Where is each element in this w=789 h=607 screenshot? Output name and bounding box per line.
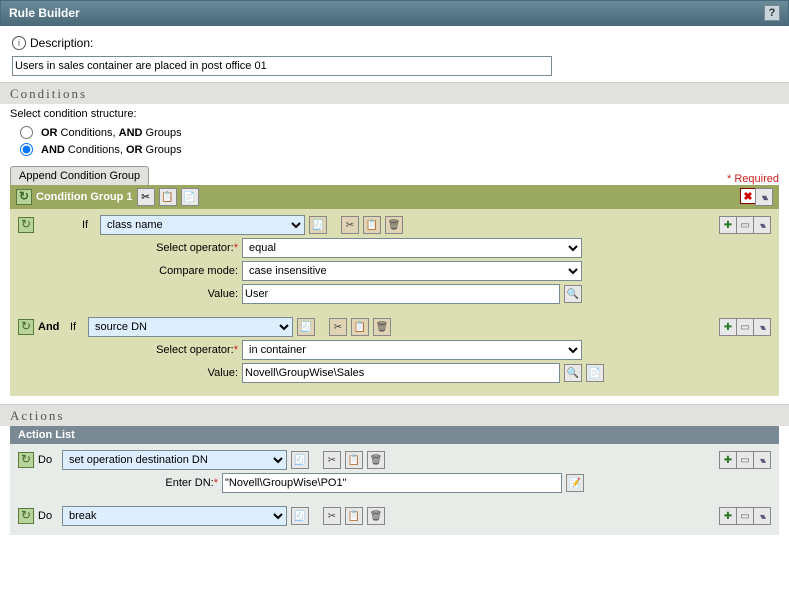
move-action-icon[interactable] (753, 507, 771, 525)
condition-2-row: And If source DN 🧾 ✂ 📋 🗑 (18, 317, 771, 337)
delete-icon[interactable]: 🗑 (385, 216, 403, 234)
copy-icon[interactable]: 📋 (159, 188, 177, 206)
required-indicator: * Required (727, 173, 779, 185)
remove-action-icon[interactable] (736, 451, 754, 469)
cond1-operator-select[interactable]: equal (242, 238, 582, 258)
conditions-heading: Conditions (0, 82, 789, 104)
remove-condition-icon[interactable] (736, 216, 754, 234)
search-icon[interactable] (564, 285, 582, 303)
add-condition-icon[interactable] (719, 318, 737, 336)
remove-condition-icon[interactable] (736, 318, 754, 336)
cond1-mode-label: Compare mode: (18, 265, 238, 277)
description-input[interactable] (12, 56, 552, 76)
copy-icon[interactable]: 📋 (351, 318, 369, 336)
cut-icon[interactable]: ✂ (323, 451, 341, 469)
actions-heading: Actions (0, 404, 789, 426)
append-condition-group-button[interactable]: Append Condition Group (10, 166, 149, 185)
cond1-mode-select[interactable]: case insensitive (242, 261, 582, 281)
add-action-icon[interactable] (719, 507, 737, 525)
cond2-type-select[interactable]: source DN (88, 317, 293, 337)
search-icon[interactable] (564, 364, 582, 382)
copy-icon[interactable]: 📋 (363, 216, 381, 234)
move-group-icon[interactable] (755, 188, 773, 206)
condition-group-body: If class name 🧾 ✂ 📋 🗑 Select operator:* … (10, 209, 779, 396)
title-bar: Rule Builder ? (0, 0, 789, 26)
wizard-icon[interactable]: 🧾 (291, 507, 309, 525)
radio-and[interactable] (20, 143, 33, 156)
remove-action-icon[interactable] (736, 507, 754, 525)
action1-type-select[interactable]: set operation destination DN (62, 450, 287, 470)
copy-icon[interactable]: 📋 (345, 451, 363, 469)
cond1-value-row: Value: (18, 284, 771, 304)
cut-icon[interactable]: ✂ (137, 188, 155, 206)
delete-icon[interactable]: 🗑 (367, 451, 385, 469)
action1-dn-row: Enter DN:* 📝 (18, 473, 771, 493)
cond1-type-select[interactable]: class name (100, 215, 305, 235)
move-action-icon[interactable] (753, 451, 771, 469)
cond1-value-label: Value: (18, 288, 238, 300)
move-condition-icon[interactable] (753, 216, 771, 234)
radio-and-row[interactable]: AND Conditions, OR Groups (0, 141, 789, 158)
delete-icon[interactable]: 🗑 (367, 507, 385, 525)
cond1-mode-row: Compare mode: case insensitive (18, 261, 771, 281)
cond2-join: And (38, 321, 66, 333)
delete-icon[interactable]: 🗑 (373, 318, 391, 336)
help-icon[interactable]: ? (764, 5, 780, 21)
cond2-operator-row: Select operator:* in container (18, 340, 771, 360)
condition-group-header: Condition Group 1 ✂ 📋 📄 ✖ (10, 185, 779, 209)
cond1-value-input[interactable] (242, 284, 560, 304)
action1-dn-input[interactable] (222, 473, 562, 493)
argument-builder-icon[interactable]: 📝 (566, 474, 584, 492)
cond2-value-input[interactable] (242, 363, 560, 383)
append-group-row: Append Condition Group * Required (0, 166, 789, 185)
cond2-value-row: Value: (18, 363, 771, 383)
description-label-row: i Description: (12, 36, 777, 50)
condition-1-row: If class name 🧾 ✂ 📋 🗑 (18, 215, 771, 235)
action1-dn-label: Enter DN: (165, 477, 213, 489)
structure-label: Select condition structure: (0, 104, 789, 124)
validate-icon[interactable] (16, 189, 32, 205)
cond1-operator-label: Select operator: (156, 242, 234, 254)
description-label: Description: (30, 36, 93, 50)
paste-icon[interactable]: 📄 (181, 188, 199, 206)
cond1-operator-row: Select operator:* equal (18, 238, 771, 258)
action-1-row: Do set operation destination DN 🧾 ✂ 📋 🗑 (18, 450, 771, 470)
cond2-value-label: Value: (18, 367, 238, 379)
action2-type-select[interactable]: break (62, 506, 287, 526)
action-list-body: Do set operation destination DN 🧾 ✂ 📋 🗑 … (10, 444, 779, 535)
cut-icon[interactable]: ✂ (341, 216, 359, 234)
cut-icon[interactable]: ✂ (329, 318, 347, 336)
cond2-prefix: If (70, 321, 84, 333)
add-condition-icon[interactable] (719, 216, 737, 234)
description-section: i Description: (0, 26, 789, 82)
add-action-icon[interactable] (719, 451, 737, 469)
wizard-icon[interactable]: 🧾 (297, 318, 315, 336)
wizard-icon[interactable]: 🧾 (291, 451, 309, 469)
validate-icon[interactable] (18, 508, 34, 524)
delete-group-icon[interactable]: ✖ (740, 188, 756, 204)
cond2-operator-select[interactable]: in container (242, 340, 582, 360)
cond1-prefix: If (82, 219, 96, 231)
browse-icon[interactable] (586, 364, 604, 382)
validate-icon[interactable] (18, 452, 34, 468)
cut-icon[interactable]: ✂ (323, 507, 341, 525)
copy-icon[interactable]: 📋 (345, 507, 363, 525)
action1-prefix: Do (38, 454, 58, 466)
action-2-row: Do break 🧾 ✂ 📋 🗑 (18, 506, 771, 526)
move-condition-icon[interactable] (753, 318, 771, 336)
condition-group-title: Condition Group 1 (36, 191, 133, 203)
cond2-operator-label: Select operator: (156, 344, 234, 356)
radio-and-label: AND Conditions, OR Groups (41, 144, 182, 156)
validate-icon[interactable] (18, 217, 34, 233)
validate-icon[interactable] (18, 319, 34, 335)
radio-or-label: OR Conditions, AND Groups (41, 127, 182, 139)
wizard-icon[interactable]: 🧾 (309, 216, 327, 234)
radio-or[interactable] (20, 126, 33, 139)
action2-prefix: Do (38, 510, 58, 522)
radio-or-row[interactable]: OR Conditions, AND Groups (0, 124, 789, 141)
action-list-header: Action List (10, 426, 779, 444)
info-icon: i (12, 36, 26, 50)
title-text: Rule Builder (9, 6, 80, 20)
